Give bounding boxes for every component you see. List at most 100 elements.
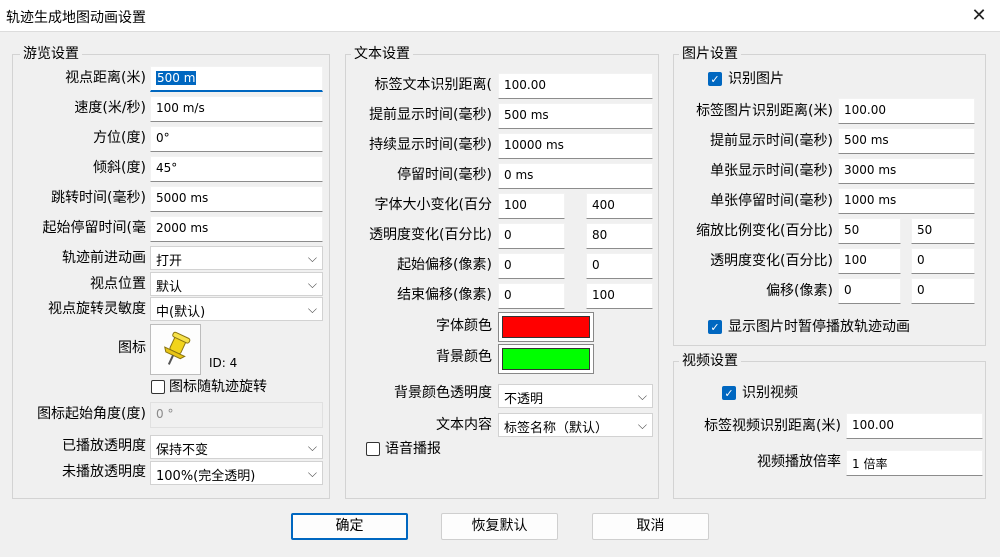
video-speed-label: 视频播放倍率 [757,454,841,470]
scale-from-input[interactable]: 50 [838,218,901,244]
end-offset-to-input[interactable]: 100 [586,283,653,309]
bg-color-button[interactable] [498,344,594,374]
single-stay-label: 单张停留时间(毫秒) [710,193,833,209]
video-label-dist-input[interactable]: 100.00 [846,413,983,439]
view-distance-input[interactable]: 500 m [150,66,323,92]
start-offset-from-input[interactable]: 0 [498,253,565,279]
icon-id-text: ID: 4 [209,356,238,370]
chevron-down-icon: ⌵ [637,418,647,432]
end-offset-from-input[interactable]: 0 [498,283,565,309]
text-label-dist-label: 标签文本识别距离( [374,77,492,93]
recognize-video-label: 识别视频 [742,385,798,401]
tilt-label: 倾斜(度) [93,160,146,176]
text-stay-time-input[interactable]: 0 ms [498,163,653,189]
image-label-dist-input[interactable]: 100.00 [838,98,975,124]
bg-opacity-label: 背景颜色透明度 [394,385,492,401]
played-opacity-label: 已播放透明度 [62,438,146,454]
voice-label: 语音播报 [385,441,441,457]
scale-to-input[interactable]: 50 [911,218,975,244]
text-settings-title: 文本设置 [351,46,413,62]
image-label-dist-label: 标签图片识别距离(米) [696,103,833,119]
icon-rotate-checkbox[interactable] [151,380,165,394]
video-speed-input[interactable]: 1 倍率 [846,450,983,476]
browse-settings-title: 游览设置 [20,46,82,62]
icon-start-angle-input[interactable]: 0 ° [150,402,323,428]
start-stay-label: 起始停留时间(毫 [42,220,146,236]
font-color-swatch [502,316,590,338]
reset-default-button[interactable]: 恢复默认 [441,513,558,540]
speed-label: 速度(米/秒) [74,100,146,116]
rot-sens-select[interactable]: 中(默认) ⌵ [150,297,323,321]
image-offset-from-input[interactable]: 0 [838,278,901,304]
image-opacity-to-input[interactable]: 0 [911,248,975,274]
text-early-time-input[interactable]: 500 ms [498,103,653,129]
jump-time-input[interactable]: 5000 ms [150,186,323,212]
close-icon[interactable]: ✕ [968,5,990,27]
title-bar: 轨迹生成地图动画设置 ✕ [0,0,1000,32]
start-offset-to-input[interactable]: 0 [586,253,653,279]
single-stay-input[interactable]: 1000 ms [838,188,975,214]
tilt-input[interactable]: 45° [150,156,323,182]
font-color-button[interactable] [498,312,594,342]
voice-checkbox[interactable] [366,442,380,456]
image-early-time-input[interactable]: 500 ms [838,128,975,154]
chevron-down-icon: ⌵ [307,302,317,316]
chevron-down-icon: ⌵ [307,251,317,265]
text-opacity-change-label: 透明度变化(百分比) [369,227,492,243]
scale-change-label: 缩放比例变化(百分比) [696,223,833,239]
view-pos-label: 视点位置 [90,276,146,292]
azimuth-input[interactable]: 0° [150,126,323,152]
pre-anim-select[interactable]: 打开 ⌵ [150,246,323,270]
text-duration-label: 持续显示时间(毫秒) [369,137,492,153]
video-label-dist-label: 标签视频识别距离(米) [704,418,841,434]
speed-input[interactable]: 100 m/s [150,96,323,122]
single-time-label: 单张显示时间(毫秒) [710,163,833,179]
chevron-down-icon: ⌵ [307,466,317,480]
start-offset-label: 起始偏移(像素) [397,257,492,273]
cancel-button[interactable]: 取消 [592,513,709,540]
recognize-image-checkbox[interactable]: ✓ [708,72,722,86]
bg-color-swatch [502,348,590,370]
text-opacity-to-input[interactable]: 80 [586,223,653,249]
pause-anim-checkbox[interactable]: ✓ [708,320,722,334]
font-size-change-label: 字体大小变化(百分 [374,197,492,213]
text-label-dist-input[interactable]: 100.00 [498,73,653,99]
text-opacity-from-input[interactable]: 0 [498,223,565,249]
unplayed-opacity-select[interactable]: 100%(完全透明) ⌵ [150,461,323,485]
image-opacity-change-label: 透明度变化(百分比) [710,253,833,269]
icon-picker-button[interactable] [150,324,201,375]
bg-color-label: 背景颜色 [436,349,492,365]
video-settings-title: 视频设置 [679,353,741,369]
window-title: 轨迹生成地图动画设置 [6,10,146,26]
font-size-from-input[interactable]: 100 [498,193,565,219]
image-offset-label: 偏移(像素) [766,283,833,299]
font-size-to-input[interactable]: 400 [586,193,653,219]
icon-start-angle-label: 图标起始角度(度) [37,406,146,422]
text-duration-input[interactable]: 10000 ms [498,133,653,159]
text-early-time-label: 提前显示时间(毫秒) [369,107,492,123]
font-color-label: 字体颜色 [436,318,492,334]
azimuth-label: 方位(度) [93,130,146,146]
recognize-video-checkbox[interactable]: ✓ [722,386,736,400]
end-offset-label: 结束偏移(像素) [397,287,492,303]
view-pos-select[interactable]: 默认 ⌵ [150,272,323,296]
chevron-down-icon: ⌵ [637,389,647,403]
icon-label: 图标 [118,340,146,356]
single-time-input[interactable]: 3000 ms [838,158,975,184]
view-distance-label: 视点距离(米) [65,70,146,86]
text-stay-time-label: 停留时间(毫秒) [397,167,492,183]
image-opacity-from-input[interactable]: 100 [838,248,901,274]
image-early-time-label: 提前显示时间(毫秒) [710,133,833,149]
bg-opacity-select[interactable]: 不透明 ⌵ [498,384,653,408]
image-offset-to-input[interactable]: 0 [911,278,975,304]
recognize-image-label: 识别图片 [728,71,784,87]
pushpin-icon [164,331,191,365]
rot-sens-label: 视点旋转灵敏度 [48,301,146,317]
text-content-select[interactable]: 标签名称（默认） ⌵ [498,413,653,437]
ok-button[interactable]: 确定 [291,513,408,540]
chevron-down-icon: ⌵ [307,277,317,291]
start-stay-input[interactable]: 2000 ms [150,216,323,242]
played-opacity-select[interactable]: 保持不变 ⌵ [150,435,323,459]
chevron-down-icon: ⌵ [307,440,317,454]
pre-anim-label: 轨迹前进动画 [62,250,146,266]
